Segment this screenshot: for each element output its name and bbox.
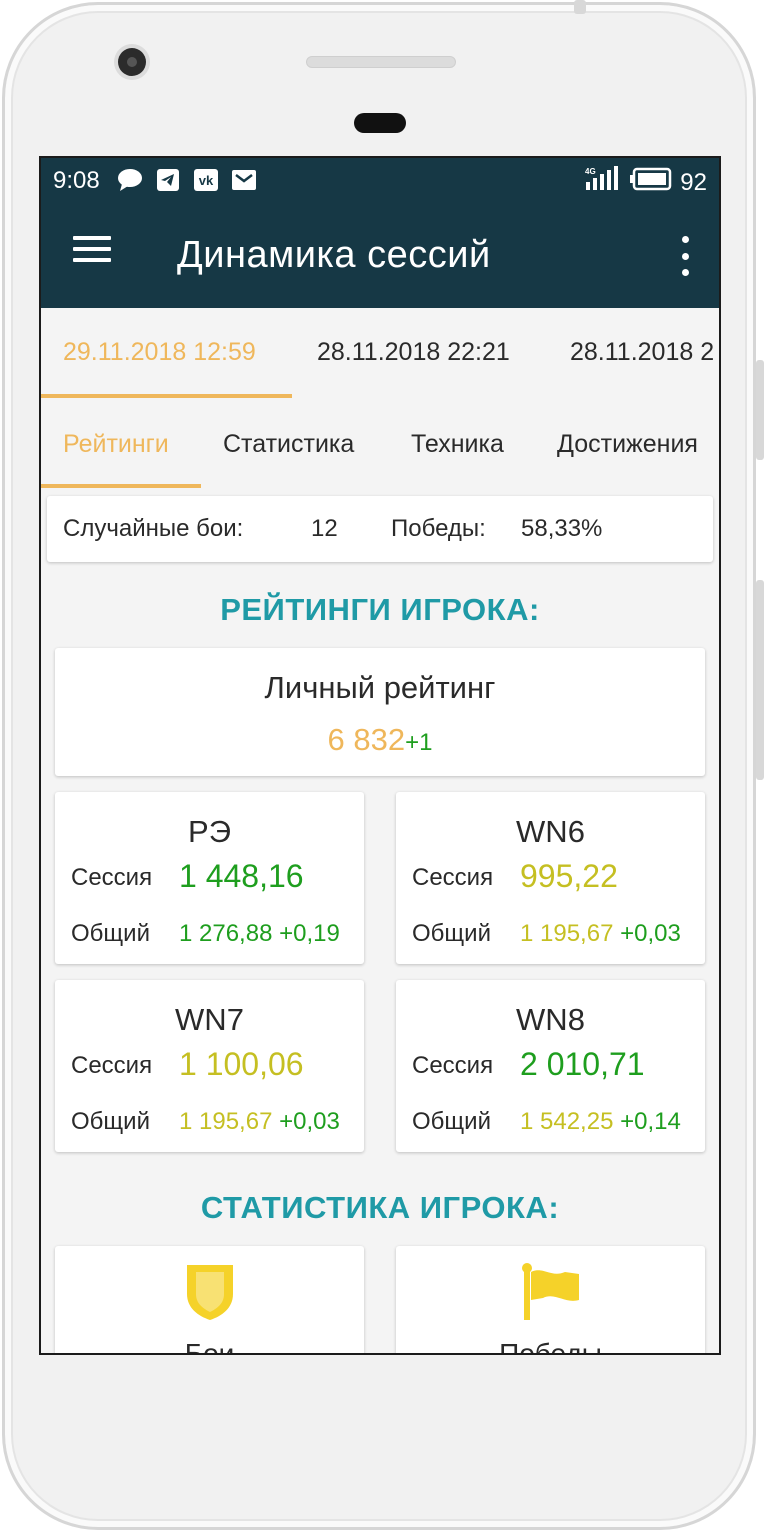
date-tab-2[interactable]: 28.11.2018 22:21: [317, 338, 510, 367]
power-button: [756, 580, 764, 780]
proximity-sensor: [354, 113, 406, 133]
personal-rating-values: 6 832+1: [55, 722, 705, 758]
shield-icon: [55, 1262, 364, 1322]
earpiece-speaker: [306, 56, 456, 68]
battery-icon: [630, 167, 672, 198]
date-tab-3[interactable]: 28.11.2018 2: [570, 338, 714, 367]
hamburger-menu-icon[interactable]: [73, 236, 111, 268]
more-vert-icon[interactable]: [679, 236, 691, 276]
svg-text:vk: vk: [199, 173, 214, 188]
category-tabs: Рейтинги Статистика Техника Достижения: [41, 400, 719, 490]
total-value: 1 195,67: [520, 920, 614, 947]
date-tab-indicator: [41, 394, 292, 398]
total-delta: +0,03: [620, 920, 681, 947]
personal-rating-title: Личный рейтинг: [264, 670, 496, 705]
front-camera: [118, 48, 146, 76]
total-delta: +0,19: [279, 920, 340, 947]
session-label: Сессия: [412, 1052, 494, 1079]
vk-icon: vk: [193, 168, 219, 192]
top-button: [574, 0, 586, 14]
session-value: 995,22: [520, 858, 618, 894]
stat-card-wins[interactable]: Победы: [396, 1246, 705, 1355]
total-label: Общий: [412, 920, 491, 947]
total-values: 1 276,88 +0,19: [179, 920, 340, 948]
page-title: Динамика сессий: [177, 234, 491, 276]
chat-bubble-icon: [117, 168, 143, 192]
rating-card-wn8: WN8 Сессия 2 010,71 Общий 1 542,25 +0,14: [396, 980, 705, 1152]
battles-value: 12: [311, 515, 338, 542]
session-label: Сессия: [71, 864, 153, 891]
personal-rating-card: Личный рейтинг 6 832+1: [55, 648, 705, 776]
tab-statistics[interactable]: Статистика: [223, 430, 354, 459]
session-label: Сессия: [412, 864, 494, 891]
rating-card-re: РЭ Сессия 1 448,16 Общий 1 276,88 +0,19: [55, 792, 364, 964]
session-date-tabs: 29.11.2018 12:59 28.11.2018 22:21 28.11.…: [41, 308, 719, 400]
rating-card-title: WN6: [516, 814, 585, 849]
app-toolbar: Динамика сессий: [41, 204, 719, 308]
status-bar: 9:08 vk 4G 92: [41, 158, 719, 204]
app-screen: 9:08 vk 4G 92 Динамика сессий 29.11.2018…: [39, 156, 721, 1355]
ratings-section-title: РЕЙТИНГИ ИГРОКА:: [220, 592, 540, 627]
total-delta: +0,14: [620, 1108, 681, 1135]
system-indicators: 4G 92: [584, 166, 707, 199]
stats-section-title: СТАТИСТИКА ИГРОКА:: [200, 1190, 560, 1225]
date-tab-1[interactable]: 29.11.2018 12:59: [63, 338, 256, 367]
personal-rating-delta: +1: [405, 729, 433, 756]
battles-label: Случайные бои:: [63, 515, 244, 542]
session-summary-card: Случайные бои: 12 Победы: 58,33%: [47, 496, 713, 562]
total-value: 1 276,88: [179, 920, 273, 947]
session-value: 2 010,71: [520, 1046, 645, 1082]
volume-button: [756, 360, 764, 460]
session-value: 1 448,16: [179, 858, 304, 894]
session-value: 1 100,06: [179, 1046, 304, 1082]
rating-card-title: РЭ: [188, 814, 231, 849]
total-label: Общий: [71, 1108, 150, 1135]
signal-icon: 4G: [584, 166, 622, 199]
status-time: 9:08: [53, 167, 100, 194]
wins-label: Победы:: [391, 515, 486, 542]
rating-card-wn6: WN6 Сессия 995,22 Общий 1 195,67 +0,03: [396, 792, 705, 964]
network-type-label: 4G: [585, 167, 596, 176]
wins-value: 58,33%: [521, 515, 603, 542]
flag-icon: [396, 1262, 705, 1322]
total-value: 1 542,25: [520, 1108, 614, 1135]
stat-label: Бои: [184, 1338, 235, 1355]
personal-rating-value: 6 832: [327, 722, 406, 757]
total-value: 1 195,67: [179, 1108, 273, 1135]
total-values: 1 195,67 +0,03: [520, 920, 681, 948]
total-label: Общий: [412, 1108, 491, 1135]
category-tab-indicator: [41, 484, 201, 488]
tab-ratings[interactable]: Рейтинги: [63, 430, 169, 459]
notification-icons: vk: [117, 168, 257, 192]
session-label: Сессия: [71, 1052, 153, 1079]
tab-vehicles[interactable]: Техника: [411, 430, 504, 459]
total-values: 1 542,25 +0,14: [520, 1108, 681, 1136]
rating-card-wn7: WN7 Сессия 1 100,06 Общий 1 195,67 +0,03: [55, 980, 364, 1152]
stat-label: Победы: [499, 1338, 602, 1355]
mail-icon: [231, 168, 257, 192]
battery-level: 92: [680, 168, 707, 196]
stat-card-battles[interactable]: Бои: [55, 1246, 364, 1355]
rating-card-title: WN8: [516, 1002, 585, 1037]
total-delta: +0,03: [279, 1108, 340, 1135]
tab-achievements[interactable]: Достижения: [557, 430, 698, 459]
total-values: 1 195,67 +0,03: [179, 1108, 340, 1136]
total-label: Общий: [71, 920, 150, 947]
rating-card-title: WN7: [175, 1002, 244, 1037]
telegram-icon: [155, 168, 181, 192]
